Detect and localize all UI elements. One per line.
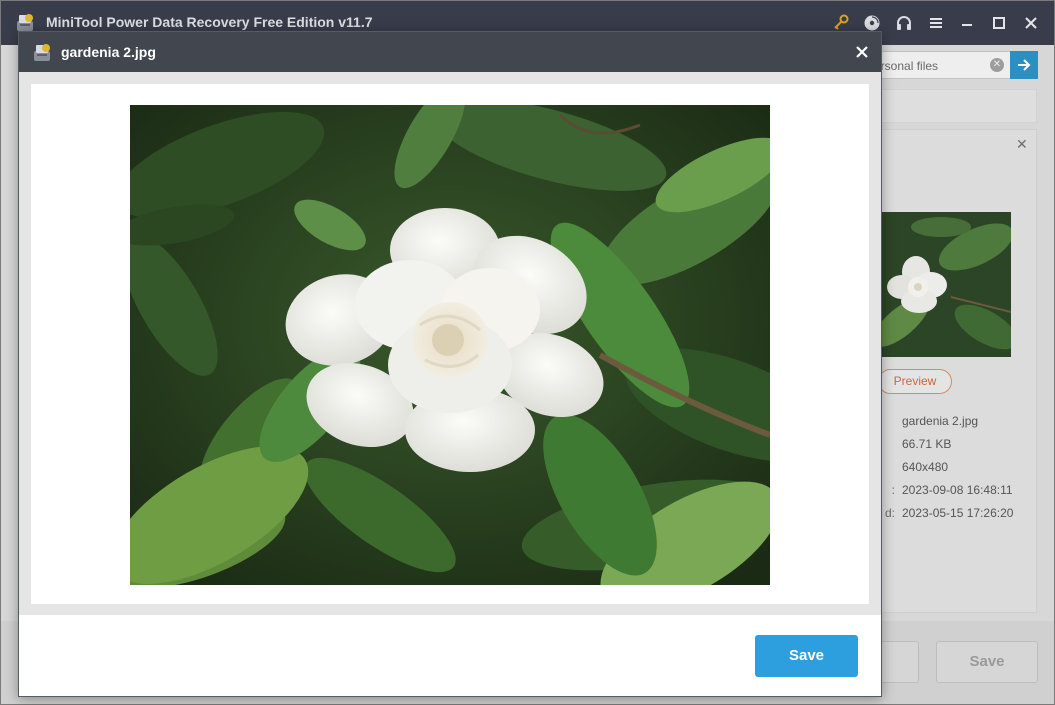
- preview-button[interactable]: Preview: [878, 369, 952, 394]
- preview-image: [130, 105, 770, 585]
- search-input[interactable]: ersonal files ✕: [861, 51, 1011, 79]
- app-title: MiniTool Power Data Recovery Free Editio…: [46, 14, 373, 30]
- headphones-icon[interactable]: [892, 11, 916, 35]
- minitool-logo-icon: [15, 11, 37, 33]
- dialog-body: [19, 72, 881, 615]
- image-file-icon: [32, 41, 54, 63]
- filter-bar: [861, 89, 1037, 123]
- close-panel-icon[interactable]: ✕: [1016, 136, 1028, 153]
- close-icon[interactable]: [1019, 11, 1043, 35]
- clear-search-icon[interactable]: ✕: [990, 58, 1004, 72]
- dialog-title: gardenia 2.jpg: [61, 44, 156, 60]
- arrow-right-icon: [1018, 59, 1031, 71]
- search-input-value: ersonal files: [874, 59, 939, 73]
- preview-area: [31, 84, 869, 604]
- menu-icon[interactable]: [924, 11, 948, 35]
- dialog-header: gardenia 2.jpg: [19, 32, 881, 72]
- close-icon[interactable]: [851, 41, 873, 63]
- maximize-icon[interactable]: [987, 11, 1011, 35]
- search-go-button[interactable]: [1010, 51, 1038, 79]
- footer-save-button[interactable]: Save: [936, 641, 1038, 683]
- minimize-icon[interactable]: [955, 11, 979, 35]
- preview-dialog: gardenia 2.jpg Save: [18, 31, 882, 697]
- save-button[interactable]: Save: [755, 635, 858, 677]
- thumbnail-image: [881, 212, 1011, 357]
